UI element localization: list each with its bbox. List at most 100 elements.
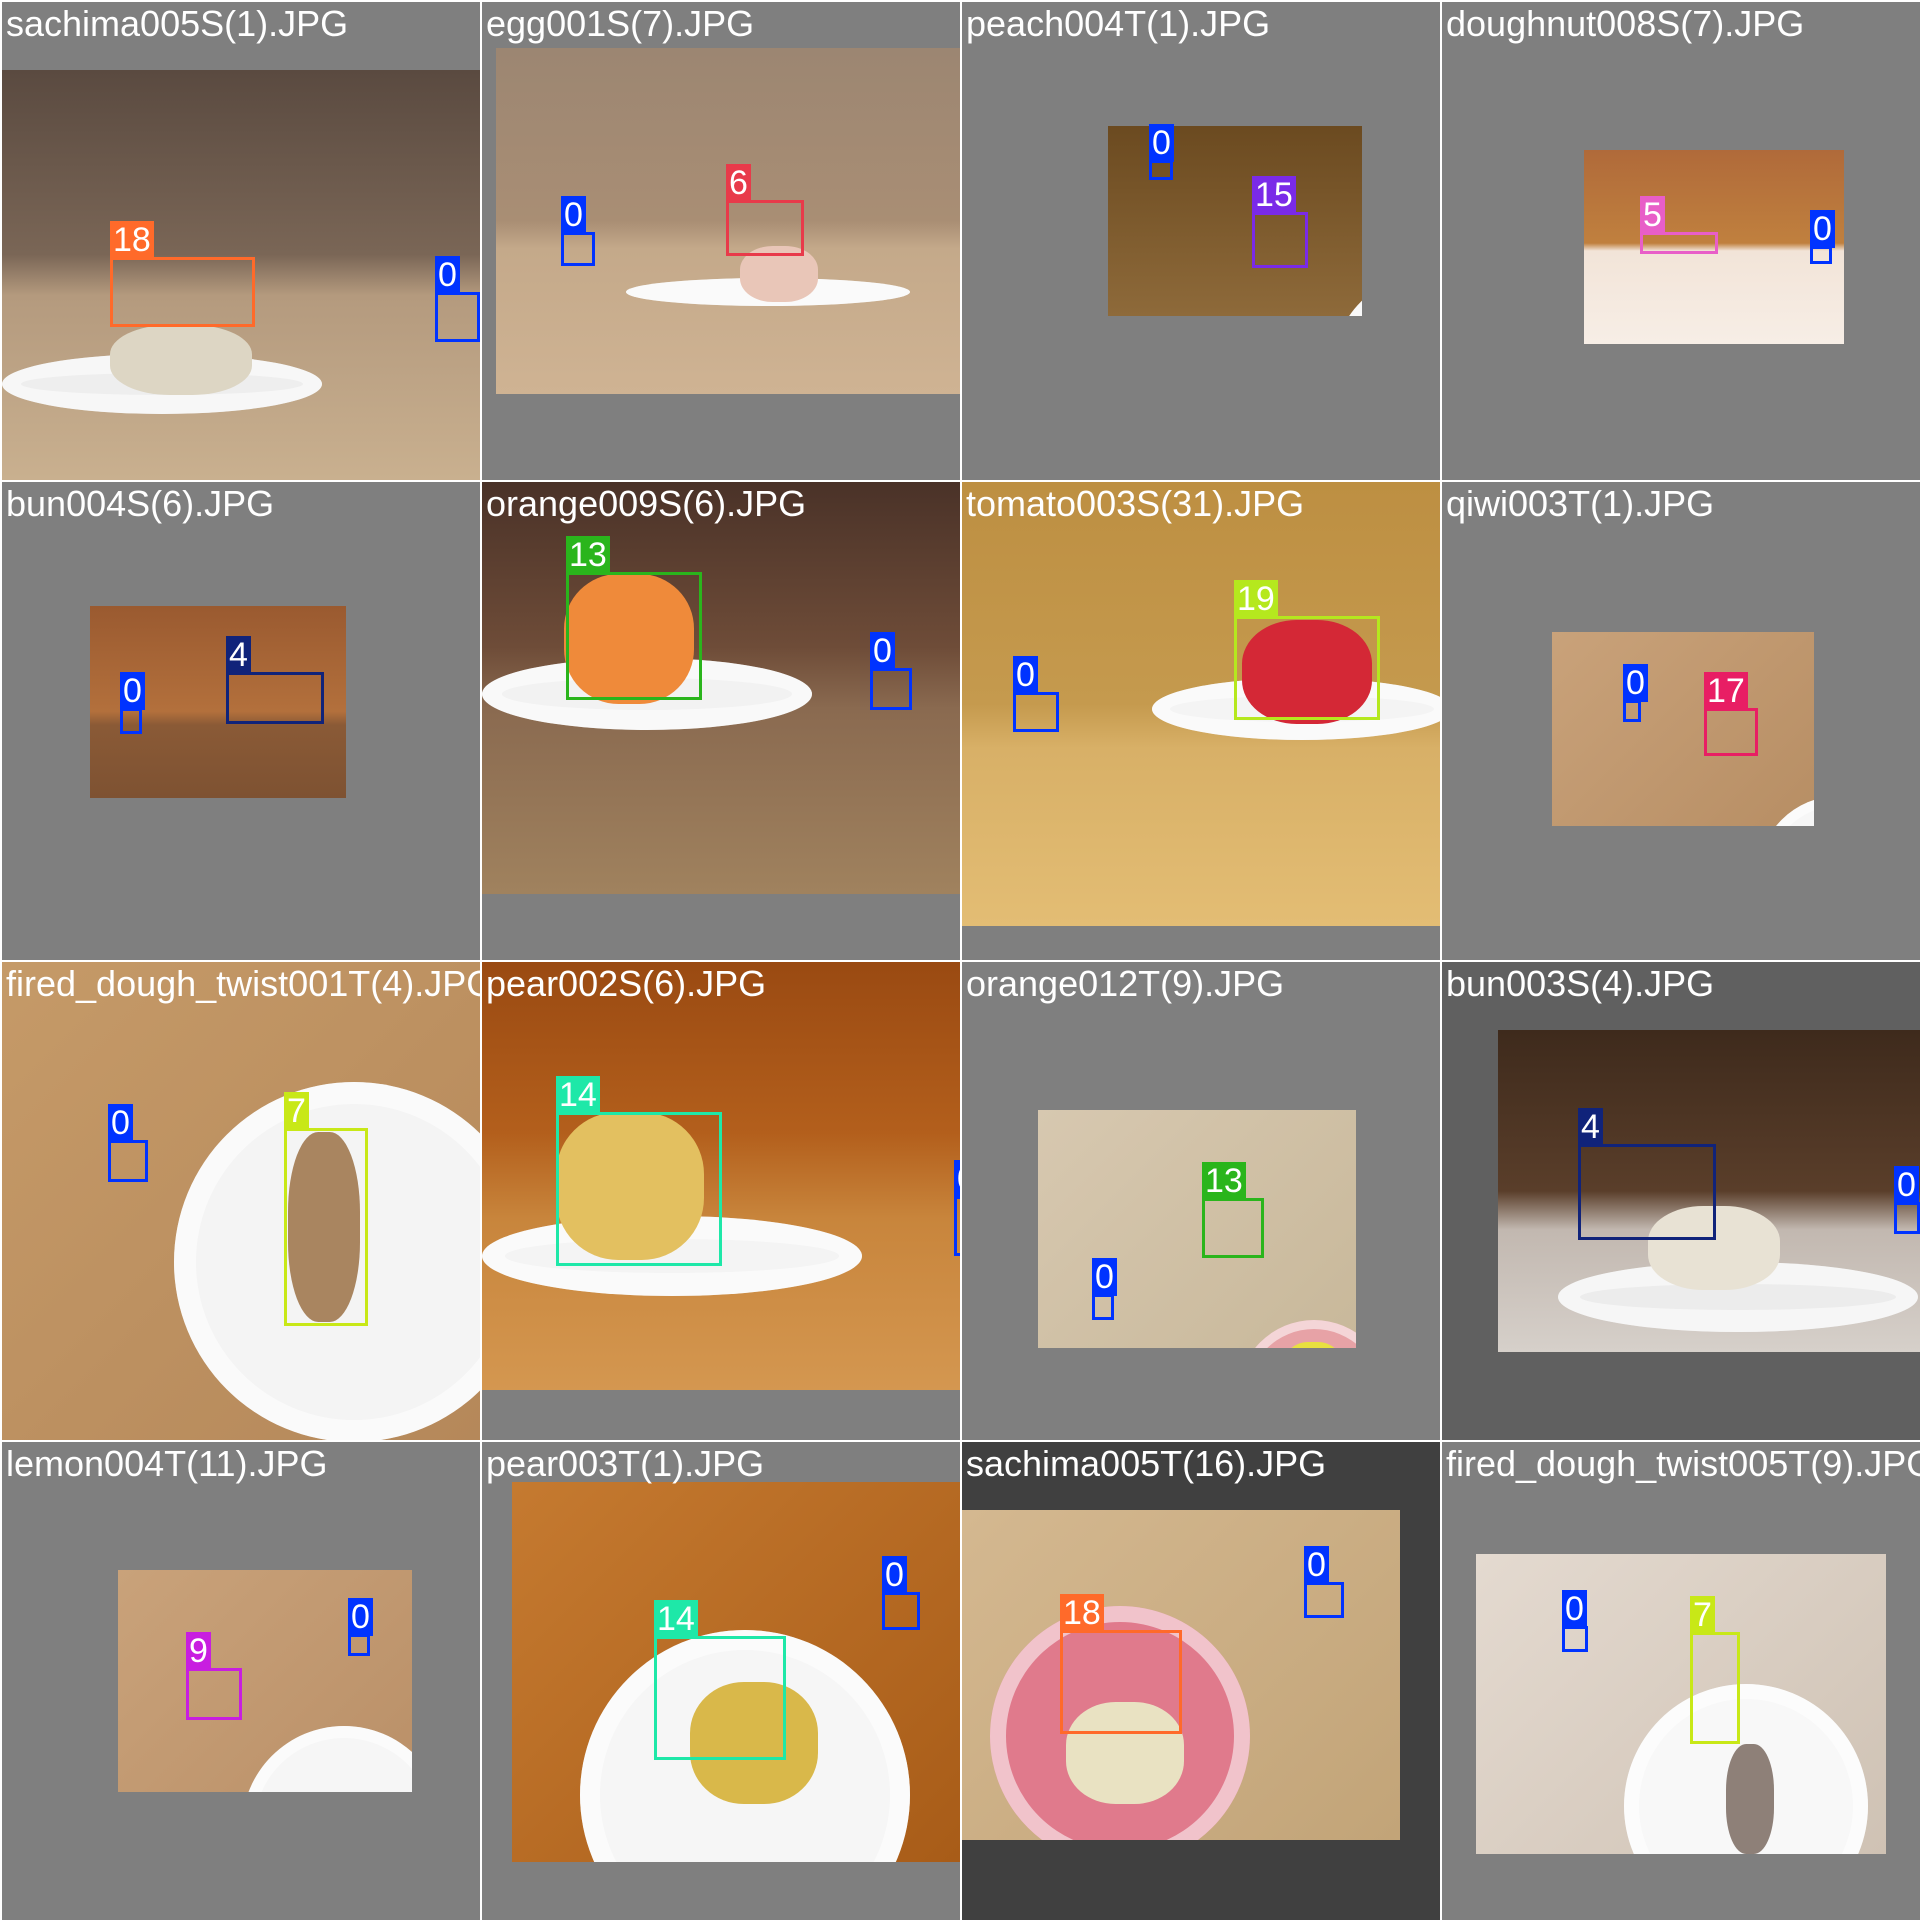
class-label: 0 (954, 1160, 960, 1198)
class-label: 15 (1252, 176, 1296, 214)
class-label: 0 (882, 1556, 907, 1594)
bounding-box (1304, 1582, 1344, 1618)
image-tile: 4 0 bun003S(4).JPG (1442, 962, 1920, 1440)
tile-photo (1038, 1110, 1356, 1348)
class-label: 13 (1202, 1162, 1246, 1200)
class-label: 13 (566, 536, 610, 574)
class-label: 5 (1640, 196, 1665, 234)
class-label: 0 (1013, 656, 1038, 694)
bounding-box (108, 1140, 148, 1182)
bounding-box (1894, 1202, 1920, 1234)
class-label: 9 (186, 1632, 211, 1670)
photo-background (1038, 1110, 1356, 1348)
bounding-box (1690, 1632, 1740, 1744)
tile-filename: tomato003S(31).JPG (966, 483, 1305, 524)
image-tile: 17 0 qiwi003T(1).JPG (1442, 482, 1920, 960)
tile-filename: sachima005T(16).JPG (966, 1443, 1327, 1484)
tile-filename: lemon004T(11).JPG (6, 1443, 328, 1484)
image-tile: 14 0 pear002S(6).JPG (482, 962, 960, 1440)
tile-filename: doughnut008S(7).JPG (1446, 3, 1805, 44)
bounding-box (556, 1112, 722, 1266)
class-label: 14 (556, 1076, 600, 1114)
tile-filename: bun003S(4).JPG (1446, 963, 1715, 1004)
class-label: 0 (561, 196, 586, 234)
tile-filename: peach004T(1).JPG (966, 3, 1271, 44)
image-tile: 7 0 fired_dough_twist005T(9).JPG (1442, 1442, 1920, 1920)
bounding-box (120, 708, 142, 734)
tile-filename: orange012T(9).JPG (966, 963, 1285, 1004)
class-label: 0 (435, 256, 460, 294)
bounding-box (1623, 700, 1641, 722)
class-label: 19 (1234, 580, 1278, 618)
bounding-box (561, 232, 595, 266)
tile-filename: orange009S(6).JPG (486, 483, 807, 524)
image-tile: 19 0 tomato003S(31).JPG (962, 482, 1440, 960)
bounding-box (1810, 246, 1832, 264)
class-label: 18 (110, 221, 154, 259)
image-tile: 14 0 pear003T(1).JPG (482, 1442, 960, 1920)
class-label: 0 (1623, 664, 1648, 702)
class-label: 0 (1149, 124, 1174, 162)
tile-filename: pear003T(1).JPG (486, 1443, 765, 1484)
class-label: 7 (1690, 1596, 1715, 1634)
tile-filename: pear002S(6).JPG (486, 963, 767, 1004)
bounding-box (954, 1196, 960, 1256)
image-tile: 4 0 bun004S(6).JPG (2, 482, 480, 960)
bounding-box (348, 1634, 370, 1656)
bounding-box (566, 572, 702, 700)
tile-filename: fired_dough_twist005T(9).JPG (1446, 1443, 1920, 1484)
class-label: 0 (120, 672, 145, 710)
tile-photo (1108, 126, 1362, 316)
detection-mosaic: 18 0 sachima005S(1).JPG 6 0 egg001S(7).JPG 15 0… (0, 0, 1920, 1920)
bounding-box (1234, 616, 1380, 720)
photo-background (1108, 126, 1362, 316)
class-label: 4 (1578, 1108, 1603, 1146)
tile-photo (2, 962, 480, 1440)
bounding-box (186, 1668, 242, 1720)
image-tile: 13 0 orange009S(6).JPG (482, 482, 960, 960)
bounding-box (284, 1128, 368, 1326)
tile-photo (1476, 1554, 1886, 1854)
bounding-box (1578, 1144, 1716, 1240)
class-label: 0 (1894, 1166, 1919, 1204)
class-label: 0 (1304, 1546, 1329, 1584)
image-tile: 15 0 peach004T(1).JPG (962, 2, 1440, 480)
bounding-box (1013, 692, 1059, 732)
bounding-box (654, 1636, 786, 1760)
class-label: 18 (1060, 1594, 1104, 1632)
image-tile: 5 0 doughnut008S(7).JPG (1442, 2, 1920, 480)
bounding-box (726, 200, 804, 256)
image-tile: 7 0 fired_dough_twist001T(4).JPG (2, 962, 480, 1440)
bounding-box (1252, 212, 1308, 268)
bounding-box (226, 672, 324, 724)
image-tile: 18 0 sachima005S(1).JPG (2, 2, 480, 480)
photo-background (1552, 632, 1814, 826)
image-tile: 6 0 egg001S(7).JPG (482, 2, 960, 480)
class-label: 0 (1092, 1258, 1117, 1296)
bounding-box (1060, 1630, 1182, 1734)
tile-filename: qiwi003T(1).JPG (1446, 483, 1715, 524)
class-label: 4 (226, 636, 251, 674)
image-tile: 9 0 lemon004T(11).JPG (2, 1442, 480, 1920)
bounding-box (1562, 1626, 1588, 1652)
tile-filename: egg001S(7).JPG (486, 3, 755, 44)
image-tile: 18 0 sachima005T(16).JPG (962, 1442, 1440, 1920)
bounding-box (1092, 1294, 1114, 1320)
class-label: 6 (726, 164, 751, 202)
class-label: 0 (870, 632, 895, 670)
food-item (1726, 1744, 1774, 1854)
class-label: 17 (1704, 672, 1748, 710)
tile-filename: fired_dough_twist001T(4).JPG (6, 963, 480, 1004)
bounding-box (882, 1592, 920, 1630)
class-label: 14 (654, 1600, 698, 1638)
class-label: 0 (1562, 1590, 1587, 1628)
bounding-box (435, 292, 480, 342)
bounding-box (1640, 232, 1718, 254)
bounding-box (1704, 708, 1758, 756)
class-label: 0 (1810, 210, 1835, 248)
class-label: 7 (284, 1092, 309, 1130)
class-label: 0 (108, 1104, 133, 1142)
tile-photo (1552, 632, 1814, 826)
food-item (110, 325, 252, 395)
bounding-box (110, 257, 255, 327)
